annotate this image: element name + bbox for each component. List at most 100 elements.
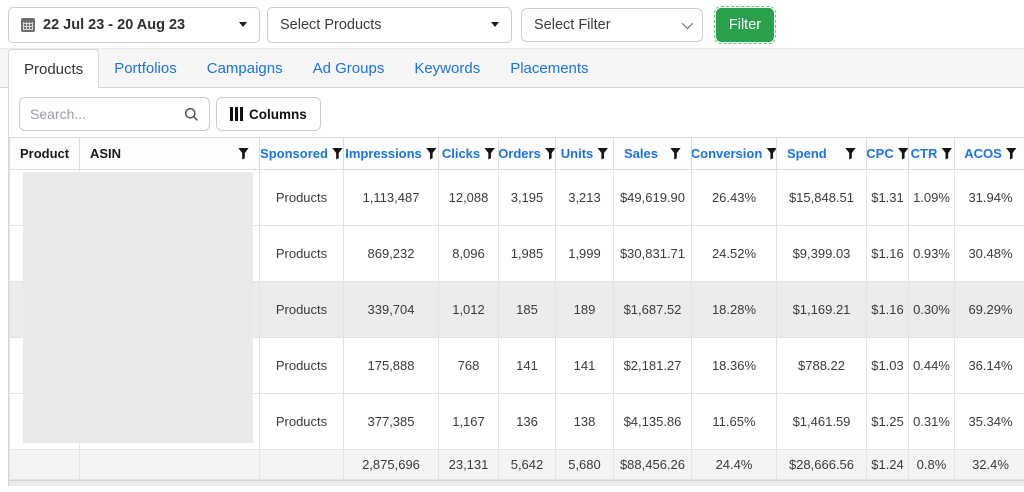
impressions-cell: 377,385: [343, 393, 439, 450]
sponsored-cell: Products: [259, 337, 344, 394]
sales-cell: $30,831.71: [613, 225, 692, 282]
sales-cell: $2,181.27: [613, 337, 692, 394]
filter-funnel-icon[interactable]: [670, 147, 681, 160]
data-table-wrapper: Product ASIN Sponsored Impressions Click…: [9, 137, 1024, 480]
orders-cell: 185: [498, 281, 556, 338]
cpc-cell: $1.16: [866, 281, 909, 338]
table-toolbar: Columns: [9, 88, 1024, 137]
date-range-picker[interactable]: 22 Jul 23 - 20 Aug 23: [8, 6, 260, 43]
sponsored-cell: Products: [259, 281, 344, 338]
clicks-cell: 1,012: [438, 281, 499, 338]
tab-products[interactable]: Products: [8, 49, 100, 88]
caret-down-icon: [239, 22, 247, 27]
orders-total: 5,642: [498, 449, 556, 480]
chevron-down-icon: [681, 17, 694, 29]
units-cell: 141: [555, 337, 614, 394]
ctr-cell: 0.44%: [908, 337, 955, 394]
ctr-cell: 0.30%: [908, 281, 955, 338]
filter-funnel-icon[interactable]: [597, 147, 609, 160]
asin-total-cell: [79, 449, 260, 480]
filter-funnel-icon[interactable]: [331, 147, 343, 160]
clicks-total: 23,131: [438, 449, 499, 480]
col-header-orders[interactable]: Orders: [500, 146, 555, 161]
filter-funnel-icon[interactable]: [845, 147, 856, 160]
spend-cell: $1,461.59: [776, 393, 867, 450]
filter-funnel-icon[interactable]: [484, 147, 496, 160]
columns-button[interactable]: Columns: [216, 97, 321, 131]
date-range-value: 22 Jul 23 - 20 Aug 23: [43, 16, 186, 33]
product-total-cell: [9, 449, 80, 480]
col-header-impressions[interactable]: Impressions: [345, 146, 437, 161]
ctr-total: 0.8%: [908, 449, 955, 480]
impressions-total: 2,875,696: [343, 449, 439, 480]
select-filter-label: Select Filter: [534, 16, 611, 33]
tab-campaigns[interactable]: Campaigns: [192, 49, 298, 87]
units-total: 5,680: [555, 449, 614, 480]
units-cell: 138: [555, 393, 614, 450]
conversion-cell: 18.28%: [691, 281, 777, 338]
col-header-spend[interactable]: Spend: [781, 146, 862, 161]
sponsored-cell: Products: [259, 225, 344, 282]
cpc-cell: $1.16: [866, 225, 909, 282]
search-box: [19, 97, 210, 131]
col-header-clicks[interactable]: Clicks: [442, 146, 496, 161]
columns-icon: [230, 107, 243, 121]
col-header-product: Product: [20, 146, 70, 161]
col-header-ctr[interactable]: CTR: [911, 146, 953, 161]
filter-button[interactable]: Filter: [714, 5, 776, 44]
totals-row: 2,875,696 23,131 5,642 5,680 $88,456.26 …: [9, 449, 1024, 480]
col-header-acos[interactable]: ACOS: [959, 146, 1022, 161]
conversion-cell: 26.43%: [691, 169, 777, 226]
acos-cell: 35.34%: [954, 393, 1024, 450]
col-header-asin: ASIN: [84, 146, 255, 161]
filter-funnel-icon[interactable]: [544, 147, 555, 160]
tab-portfolios[interactable]: Portfolios: [99, 49, 192, 87]
orders-cell: 141: [498, 337, 556, 394]
col-header-sponsored[interactable]: Sponsored: [261, 146, 343, 161]
ctr-cell: 0.31%: [908, 393, 955, 450]
impressions-cell: 175,888: [343, 337, 439, 394]
acos-cell: 69.29%: [954, 281, 1024, 338]
orders-cell: 3,195: [498, 169, 556, 226]
product-image-placeholder: [23, 172, 253, 443]
units-cell: 189: [555, 281, 614, 338]
col-header-sales[interactable]: Sales: [618, 146, 687, 161]
sponsored-cell: Products: [259, 169, 344, 226]
top-controls-bar: 22 Jul 23 - 20 Aug 23 Select Products Se…: [0, 0, 1024, 48]
acos-total: 32.4%: [954, 449, 1024, 480]
acos-cell: 36.14%: [954, 337, 1024, 394]
tab-keywords[interactable]: Keywords: [399, 49, 495, 87]
units-cell: 3,213: [555, 169, 614, 226]
filter-funnel-icon[interactable]: [766, 147, 776, 160]
filter-funnel-icon[interactable]: [1005, 147, 1017, 160]
filter-funnel-icon[interactable]: [941, 147, 953, 160]
orders-cell: 136: [498, 393, 556, 450]
filter-funnel-icon[interactable]: [897, 147, 908, 160]
tab-placements[interactable]: Placements: [495, 49, 603, 87]
select-products-label: Select Products: [280, 16, 382, 33]
col-header-cpc[interactable]: CPC: [868, 146, 908, 161]
ctr-cell: 1.09%: [908, 169, 955, 226]
impressions-cell: 869,232: [343, 225, 439, 282]
calendar-icon: [21, 17, 35, 32]
ctr-cell: 0.93%: [908, 225, 955, 282]
filter-funnel-icon[interactable]: [425, 147, 437, 160]
col-header-conversion[interactable]: Conversion: [693, 146, 776, 161]
sales-cell: $4,135.86: [613, 393, 692, 450]
search-input[interactable]: [30, 106, 184, 122]
conversion-cell: 11.65%: [691, 393, 777, 450]
spend-cell: $9,399.03: [776, 225, 867, 282]
filter-funnel-icon[interactable]: [238, 147, 249, 160]
select-products-dropdown[interactable]: Select Products: [267, 6, 512, 43]
horizontal-scrollbar[interactable]: [9, 480, 1024, 486]
select-filter-dropdown[interactable]: Select Filter: [521, 7, 703, 42]
tab-bar: Products Portfolios Campaigns Ad Groups …: [0, 48, 1024, 88]
spend-cell: $788.22: [776, 337, 867, 394]
spend-cell: $1,169.21: [776, 281, 867, 338]
col-header-units[interactable]: Units: [560, 146, 609, 161]
spend-total: $28,666.56: [776, 449, 867, 480]
sales-cell: $49,619.90: [613, 169, 692, 226]
impressions-cell: 339,704: [343, 281, 439, 338]
units-cell: 1,999: [555, 225, 614, 282]
tab-ad-groups[interactable]: Ad Groups: [298, 49, 400, 87]
